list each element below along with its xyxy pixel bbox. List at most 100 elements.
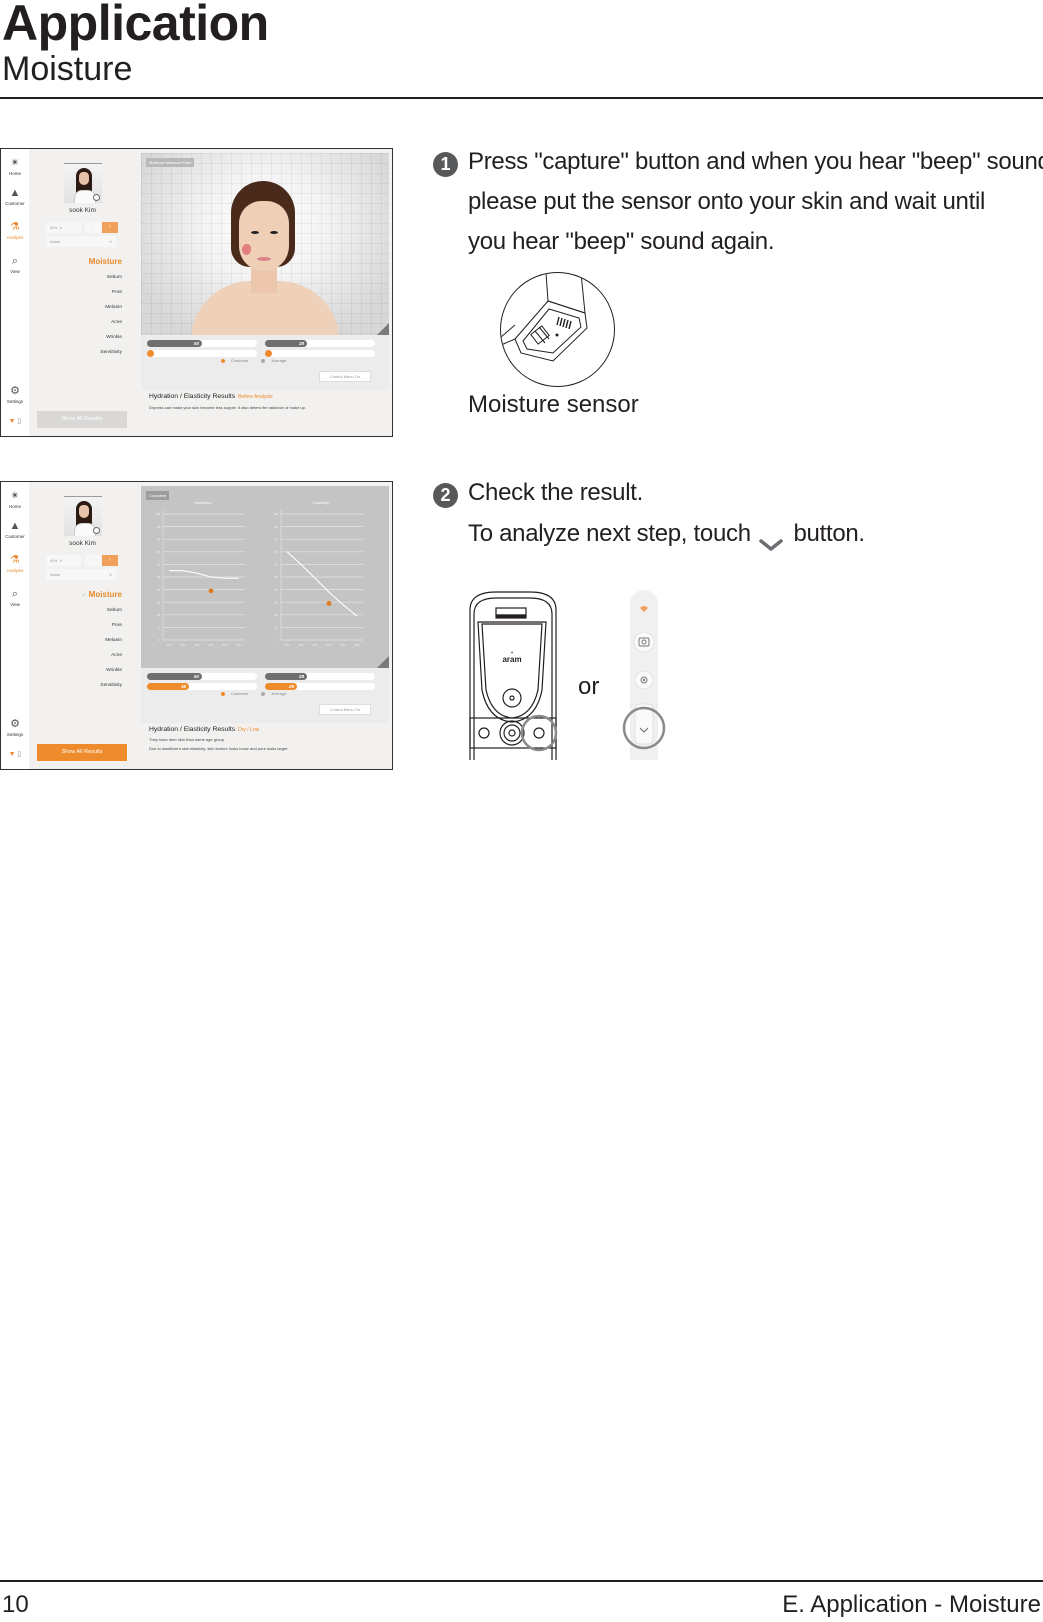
results-title: Hydration / Elasticity Results Dry / Low bbox=[149, 726, 260, 733]
menu-item-melanin[interactable]: Melanin bbox=[89, 305, 122, 310]
y-tick-label: 0 bbox=[158, 638, 160, 642]
elasticity-average-bar: 28 bbox=[265, 673, 307, 680]
avatar-edit-icon[interactable] bbox=[93, 194, 100, 201]
app-screenshot-measure: ✴ Home ▲ Customer ⚗ Analysis ⌕ View ⚙ Se… bbox=[0, 148, 393, 437]
x-tick-label: 60's bbox=[236, 643, 242, 647]
chart-title: Elasticity bbox=[313, 500, 329, 505]
capture-button bbox=[633, 631, 655, 653]
rail-item-settings[interactable]: ⚙ Settings bbox=[1, 385, 29, 404]
show-all-results-button[interactable]: Show All Results bbox=[37, 411, 127, 428]
legend: Customer Average bbox=[221, 691, 298, 696]
menu-item-moisture[interactable]: Moisture bbox=[89, 257, 122, 266]
female-button[interactable]: ♀ bbox=[102, 222, 118, 233]
wifi-battery-status: ▼ ▯ bbox=[1, 750, 29, 758]
nav-rail: ✴ Home ▲ Customer ⚗ Analysis ⌕ View ⚙ Se… bbox=[1, 149, 29, 436]
step-1-line-1: Press "capture" button and when you hear… bbox=[468, 148, 1043, 175]
search-icon: ⌕ bbox=[11, 255, 19, 267]
menu-item-melanin[interactable]: Melanin bbox=[82, 638, 122, 643]
analysis-menu: Moisture Sebum Pore Melanin Acne Wrinkle… bbox=[89, 257, 122, 365]
microscope-icon: ⚗ bbox=[10, 554, 20, 566]
show-all-results-button[interactable]: Show All Results bbox=[37, 744, 127, 761]
result-pane: Complete Hydration 0 10 20 30 40 50 60 70 80 90 100… bbox=[141, 486, 389, 723]
rail-item-customer[interactable]: ▲ Customer bbox=[1, 520, 29, 539]
y-tick-label: 90 bbox=[157, 525, 161, 529]
y-tick-label: 80 bbox=[157, 537, 161, 541]
page-number: 10 bbox=[2, 1591, 29, 1618]
charts-svg: Hydration010203040506070809010010's 20's 3… bbox=[155, 500, 363, 647]
footer-divider bbox=[0, 1580, 1043, 1582]
menu-item-acne[interactable]: Acne bbox=[89, 320, 122, 325]
y-tick-label: 90 bbox=[275, 525, 279, 529]
battery-icon: ▯ bbox=[17, 751, 22, 758]
app-screenshot-result: ✴ Home ▲ Customer ⚗ Analysis ⌕ View ⚙ Se… bbox=[0, 481, 393, 770]
hydration-customer-bar bbox=[147, 350, 154, 357]
y-tick-label: 40 bbox=[275, 588, 279, 592]
menu-item-moisture[interactable]: ✓ Moisture bbox=[82, 590, 122, 599]
wifi-icon: ▼ bbox=[8, 418, 16, 425]
battery-icon: ▯ bbox=[17, 418, 22, 425]
footer-section-title: E. Application - Moisture bbox=[782, 1591, 1041, 1618]
or-label: or bbox=[578, 673, 600, 700]
rail-item-customer[interactable]: ▲ Customer bbox=[1, 187, 29, 206]
rail-item-view[interactable]: ⌕ View bbox=[1, 255, 29, 274]
rail-item-home[interactable]: ✴ Home bbox=[1, 490, 29, 509]
race-select[interactable]: Asian ∨ bbox=[46, 569, 116, 580]
y-tick-label: 30 bbox=[157, 600, 161, 604]
average-legend-dot bbox=[261, 691, 266, 696]
page-title: Application bbox=[2, 0, 269, 51]
age-select[interactable]: 40's ∨ bbox=[46, 222, 81, 233]
results-description: Dryness can make your skin become less s… bbox=[149, 405, 306, 410]
race-select[interactable]: Asian ∨ bbox=[46, 236, 116, 247]
wifi-icon: ▼ bbox=[8, 751, 16, 758]
camera-corner-icon[interactable] bbox=[377, 656, 389, 668]
x-tick-label: 60's bbox=[354, 643, 360, 647]
y-tick-label: 100 bbox=[155, 512, 160, 516]
results-status: Dry / Low bbox=[238, 727, 260, 733]
moisture-sensor-caption: Moisture sensor bbox=[468, 391, 639, 418]
nav-rail: ✴ Home ▲ Customer ⚗ Analysis ⌕ View ⚙ Se… bbox=[1, 482, 29, 769]
y-tick-label: 10 bbox=[157, 626, 161, 630]
menu-item-pore[interactable]: Pore bbox=[89, 290, 122, 295]
x-tick-label: 40's bbox=[326, 643, 332, 647]
charts-viewer: Complete Hydration 0 10 20 30 40 50 60 70 80 90 100… bbox=[141, 486, 389, 668]
rail-item-analysis[interactable]: ⚗ Analysis bbox=[1, 554, 29, 573]
avatar-edit-icon[interactable] bbox=[93, 527, 100, 534]
y-tick-label: 70 bbox=[275, 550, 279, 554]
y-tick-label: 60 bbox=[275, 563, 279, 567]
menu-item-acne[interactable]: Acne bbox=[82, 653, 122, 658]
x-tick-label: 20's bbox=[180, 643, 186, 647]
menu-item-pore[interactable]: Pore bbox=[82, 623, 122, 628]
elasticity-average-bar: 28 bbox=[265, 340, 307, 347]
y-tick-label: 70 bbox=[157, 550, 161, 554]
home-logo-icon: ✴ bbox=[10, 157, 20, 169]
male-button[interactable]: ♂ bbox=[85, 222, 101, 233]
rail-item-settings[interactable]: ⚙ Settings bbox=[1, 718, 29, 737]
male-button[interactable]: ♂ bbox=[85, 555, 101, 566]
control-menu-button[interactable]: Control Menu On bbox=[319, 371, 371, 382]
female-button[interactable]: ♀ bbox=[102, 555, 118, 566]
step-2-line-2: To analyze next step, touch button. bbox=[468, 520, 865, 551]
menu-item-sensitivity[interactable]: Sensitivity bbox=[82, 683, 122, 688]
rail-item-view[interactable]: ⌕ View bbox=[1, 588, 29, 607]
menu-item-sebum[interactable]: Sebum bbox=[89, 275, 122, 280]
rail-item-home[interactable]: ✴ Home bbox=[1, 157, 29, 176]
age-select[interactable]: 40's ∨ bbox=[46, 555, 81, 566]
y-tick-label: 0 bbox=[276, 638, 278, 642]
menu-item-wrinkle[interactable]: Wrinkle bbox=[89, 335, 122, 340]
y-tick-label: 40 bbox=[157, 588, 161, 592]
moisture-sensor-illustration bbox=[500, 272, 615, 387]
viewer-tag: Moisture Measure Point bbox=[146, 158, 195, 167]
gear-icon: ⚙ bbox=[10, 385, 20, 397]
menu-item-wrinkle[interactable]: Wrinkle bbox=[82, 668, 122, 673]
x-tick-label: 50's bbox=[222, 643, 228, 647]
rail-item-analysis[interactable]: ⚗ Analysis bbox=[1, 221, 29, 240]
y-tick-label: 100 bbox=[273, 512, 278, 516]
customer-icon: ▲ bbox=[9, 520, 21, 532]
menu-item-sebum[interactable]: Sebum bbox=[82, 608, 122, 613]
menu-item-sensitivity[interactable]: Sensitivity bbox=[89, 350, 122, 355]
handheld-device-illustration: ✴ aram bbox=[466, 590, 566, 760]
control-menu-button[interactable]: Control Menu On bbox=[319, 704, 371, 715]
header-divider bbox=[0, 97, 1043, 99]
camera-corner-icon[interactable] bbox=[377, 323, 389, 335]
customer-panel: sook Kim 40's ∨ ♂ ♀ Asian ∨ ✓ Moisture Se… bbox=[29, 482, 136, 769]
